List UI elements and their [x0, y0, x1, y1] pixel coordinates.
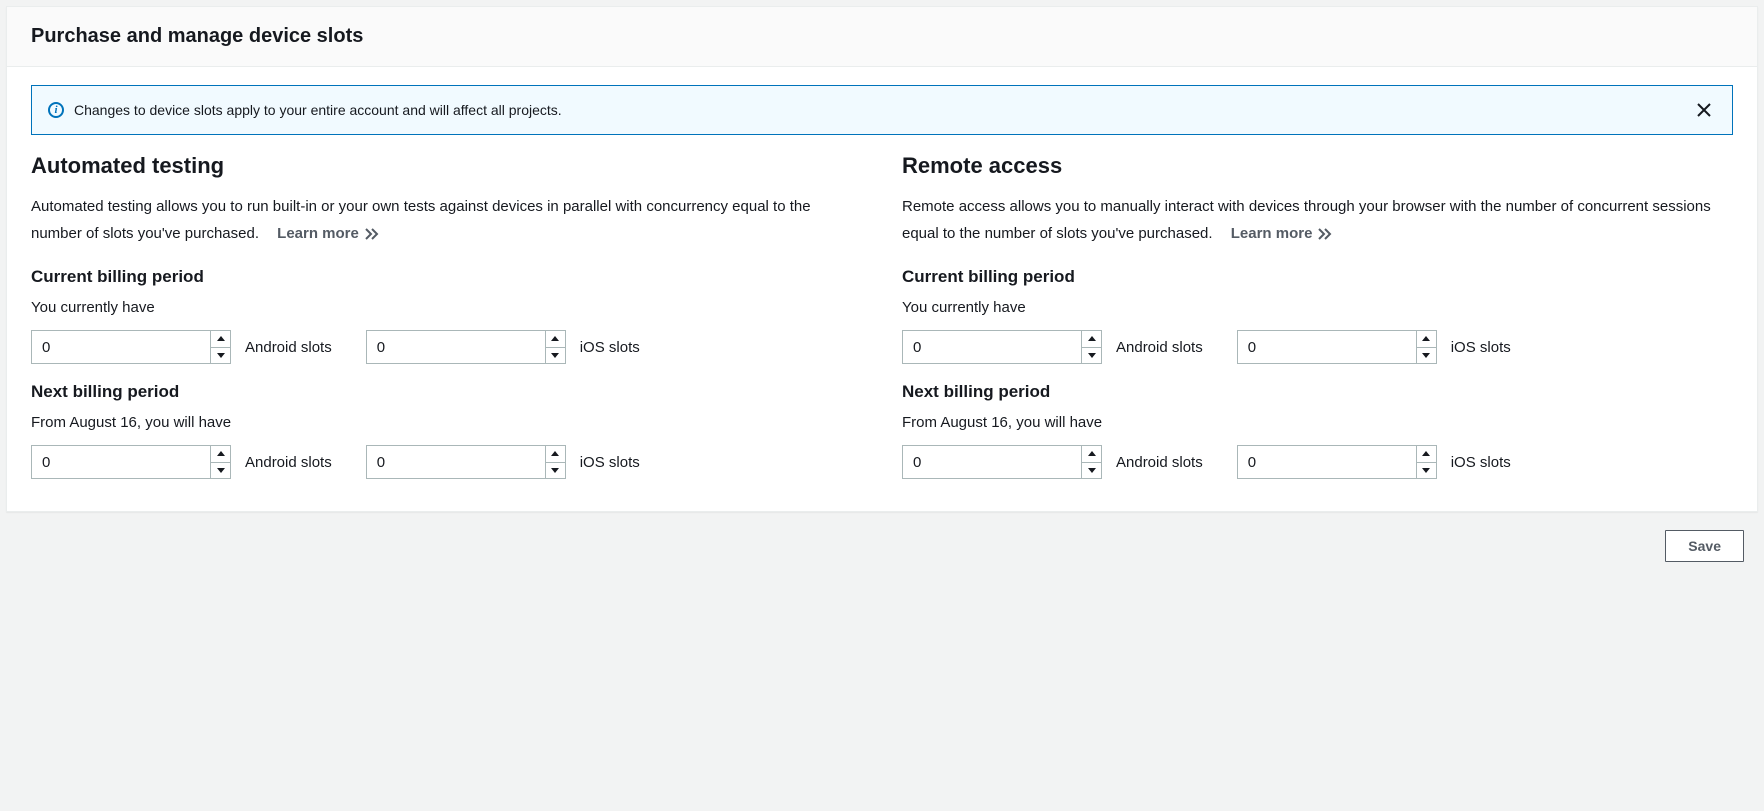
- android-slots-label: Android slots: [1116, 454, 1203, 471]
- remote-current-android-stepper: [902, 330, 1102, 364]
- automated-current-subtext: You currently have: [31, 299, 862, 316]
- stepper-down-button[interactable]: [211, 348, 230, 364]
- stepper-up-button[interactable]: [1417, 331, 1436, 348]
- android-slots-label: Android slots: [1116, 339, 1203, 356]
- automated-current-row: Android slots iOS slots: [31, 330, 862, 364]
- ios-slots-label: iOS slots: [1451, 339, 1511, 356]
- stepper-up-button[interactable]: [546, 331, 565, 348]
- remote-next-android-input[interactable]: [902, 445, 1102, 479]
- remote-next-android-stepper: [902, 445, 1102, 479]
- automated-title: Automated testing: [31, 153, 862, 179]
- remote-title: Remote access: [902, 153, 1733, 179]
- remote-description: Remote access allows you to manually int…: [902, 193, 1733, 247]
- android-slots-label: Android slots: [245, 454, 332, 471]
- automated-next-row: Android slots iOS slots: [31, 445, 862, 479]
- page-title: Purchase and manage device slots: [31, 25, 1733, 48]
- automated-current-ios-stepper: [366, 330, 566, 364]
- stepper-up-button[interactable]: [1417, 446, 1436, 463]
- ios-slots-label: iOS slots: [1451, 454, 1511, 471]
- columns: Automated testing Automated testing allo…: [31, 153, 1733, 487]
- android-slots-label: Android slots: [245, 339, 332, 356]
- device-slots-panel: Purchase and manage device slots i Chang…: [6, 6, 1758, 512]
- stepper-up-button[interactable]: [546, 446, 565, 463]
- automated-current-period-heading: Current billing period: [31, 267, 862, 287]
- stepper-down-button[interactable]: [1417, 348, 1436, 364]
- automated-next-ios-input[interactable]: [366, 445, 566, 479]
- stepper-up-button[interactable]: [211, 446, 230, 463]
- footer: Save: [0, 518, 1764, 562]
- remote-next-period-heading: Next billing period: [902, 382, 1733, 402]
- stepper-up-button[interactable]: [211, 331, 230, 348]
- remote-next-ios-input[interactable]: [1237, 445, 1437, 479]
- stepper-down-button[interactable]: [546, 348, 565, 364]
- remote-next-ios-stepper: [1237, 445, 1437, 479]
- remote-access-section: Remote access Remote access allows you t…: [902, 153, 1733, 487]
- automated-next-period-heading: Next billing period: [31, 382, 862, 402]
- automated-next-ios-stepper: [366, 445, 566, 479]
- automated-next-android-stepper: [31, 445, 231, 479]
- stepper-down-button[interactable]: [1082, 463, 1101, 479]
- automated-next-android-input[interactable]: [31, 445, 231, 479]
- stepper-up-button[interactable]: [1082, 331, 1101, 348]
- stepper-down-button[interactable]: [1082, 348, 1101, 364]
- remote-current-ios-input[interactable]: [1237, 330, 1437, 364]
- panel-header: Purchase and manage device slots: [7, 7, 1757, 67]
- panel-body: i Changes to device slots apply to your …: [7, 67, 1757, 511]
- automated-learn-more-link[interactable]: Learn more: [277, 220, 379, 247]
- automated-current-ios-input[interactable]: [366, 330, 566, 364]
- remote-learn-more-link[interactable]: Learn more: [1231, 220, 1333, 247]
- alert-text: Changes to device slots apply to your en…: [74, 102, 562, 118]
- automated-current-android-input[interactable]: [31, 330, 231, 364]
- stepper-down-button[interactable]: [1417, 463, 1436, 479]
- stepper-down-button[interactable]: [546, 463, 565, 479]
- save-button[interactable]: Save: [1665, 530, 1744, 562]
- stepper-up-button[interactable]: [1082, 446, 1101, 463]
- automated-description: Automated testing allows you to run buil…: [31, 193, 862, 247]
- remote-next-subtext: From August 16, you will have: [902, 414, 1733, 431]
- remote-current-subtext: You currently have: [902, 299, 1733, 316]
- info-icon: i: [48, 102, 64, 118]
- remote-next-row: Android slots iOS slots: [902, 445, 1733, 479]
- remote-current-ios-stepper: [1237, 330, 1437, 364]
- info-alert: i Changes to device slots apply to your …: [31, 85, 1733, 135]
- stepper-down-button[interactable]: [211, 463, 230, 479]
- ios-slots-label: iOS slots: [580, 339, 640, 356]
- alert-close-button[interactable]: [1692, 98, 1716, 122]
- remote-current-row: Android slots iOS slots: [902, 330, 1733, 364]
- automated-next-subtext: From August 16, you will have: [31, 414, 862, 431]
- automated-testing-section: Automated testing Automated testing allo…: [31, 153, 862, 487]
- remote-current-android-input[interactable]: [902, 330, 1102, 364]
- alert-content: i Changes to device slots apply to your …: [48, 102, 562, 118]
- remote-current-period-heading: Current billing period: [902, 267, 1733, 287]
- ios-slots-label: iOS slots: [580, 454, 640, 471]
- automated-current-android-stepper: [31, 330, 231, 364]
